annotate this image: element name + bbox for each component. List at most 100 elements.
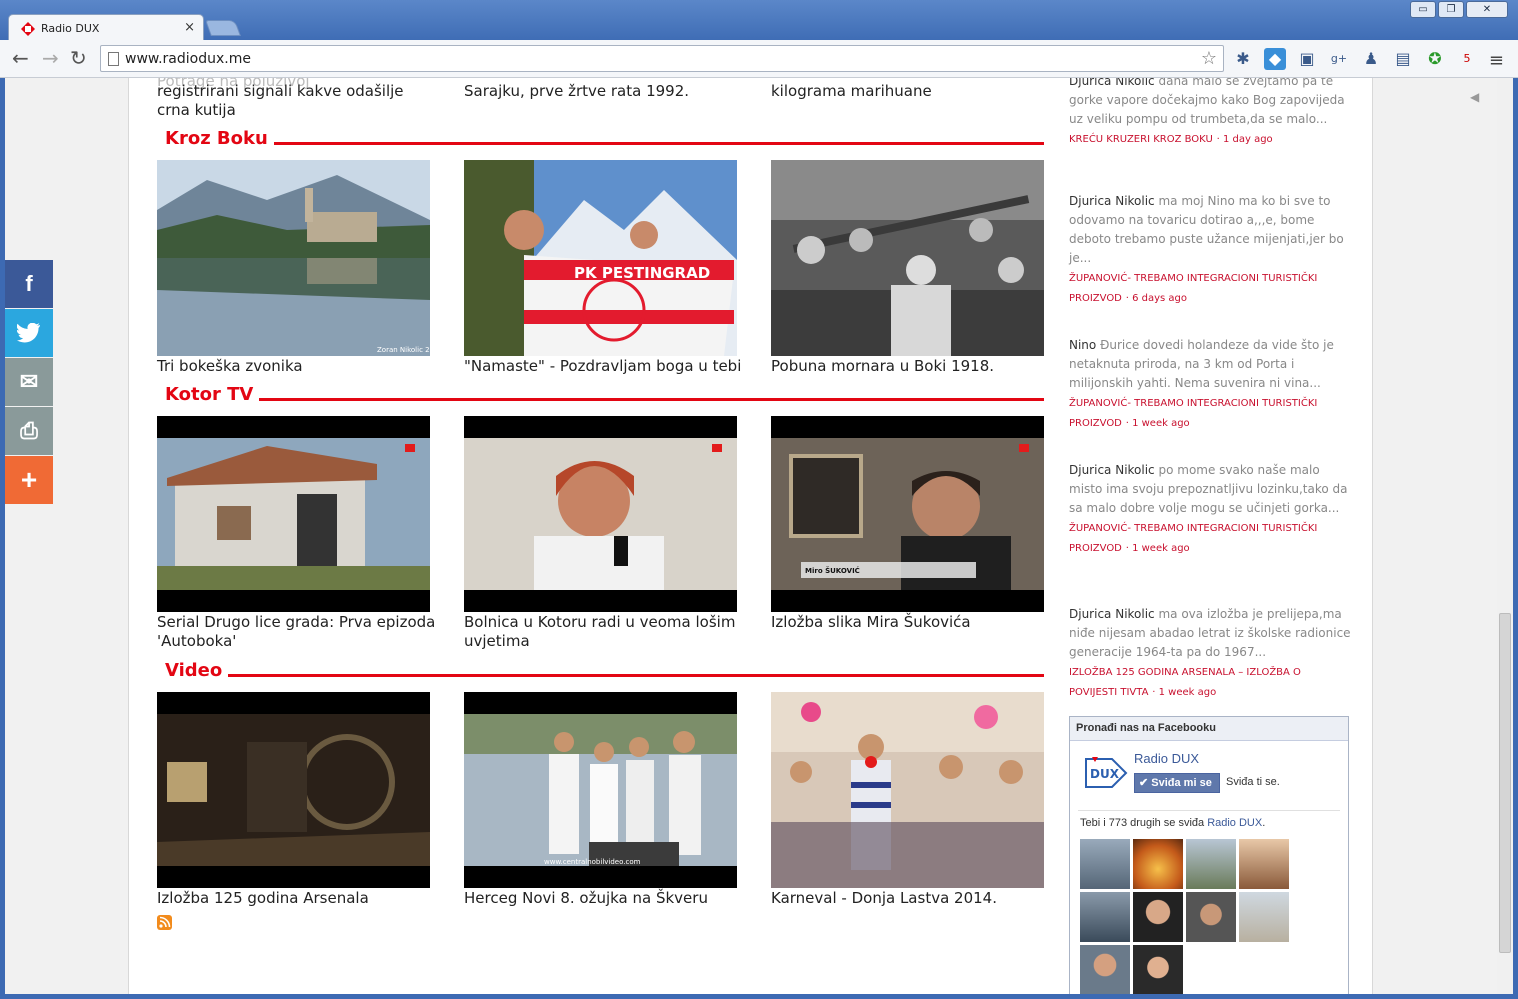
reload-icon[interactable]: ↻ bbox=[70, 48, 87, 68]
like-count-page-link[interactable]: Radio DUX bbox=[1207, 817, 1262, 829]
fan-avatar[interactable] bbox=[1080, 839, 1130, 889]
thumb-karneval[interactable] bbox=[771, 692, 1044, 888]
new-tab-button[interactable] bbox=[205, 20, 241, 36]
divider bbox=[1078, 810, 1340, 811]
comment-post-link[interactable]: ŽUPANOVIĆ- TREBAMO INTEGRACIONI TURISTIČ… bbox=[1069, 398, 1317, 429]
facebook-page-name[interactable]: Radio DUX bbox=[1134, 751, 1199, 766]
comment-item: Djurica Nikolic dana malo se zvejtamo pa… bbox=[1069, 78, 1351, 149]
extension-green-icon[interactable]: ✪ bbox=[1424, 48, 1446, 70]
radio-dux-logo-icon[interactable]: DUX bbox=[1082, 753, 1130, 793]
section-title-kroz-boku[interactable]: Kroz Boku bbox=[165, 128, 274, 149]
top-caption-1-text[interactable]: registrirani signali kakve odašilje crna… bbox=[157, 82, 417, 120]
section-title-video[interactable]: Video bbox=[165, 660, 229, 681]
share-email-button[interactable]: ✉ bbox=[5, 358, 53, 406]
bookmark-star-icon[interactable]: ☆ bbox=[1201, 48, 1217, 69]
share-bar: f ✉ ⎙ + bbox=[5, 260, 53, 505]
extension-bug-icon[interactable]: ✱ bbox=[1232, 48, 1254, 70]
comment-post-link[interactable]: KREĆU KRUZERI KROZ BOKU bbox=[1069, 134, 1213, 145]
menu-icon[interactable]: ≡ bbox=[1489, 50, 1504, 71]
rss-feed-icon[interactable] bbox=[157, 915, 172, 930]
back-arrow-icon[interactable]: ← bbox=[12, 48, 29, 68]
share-print-button[interactable]: ⎙ bbox=[5, 407, 53, 455]
email-icon: ✉ bbox=[19, 369, 39, 394]
extension-counter-icon[interactable]: 5 bbox=[1456, 48, 1478, 70]
vertical-scrollbar[interactable] bbox=[1497, 78, 1513, 994]
fan-avatar[interactable] bbox=[1133, 945, 1183, 994]
thumb-izlozba-mira[interactable]: Miro ŠUKOVIĆ bbox=[771, 416, 1044, 612]
top-caption-3-text[interactable]: kilograma marihuane bbox=[771, 82, 1041, 101]
thumb-arsenal[interactable] bbox=[157, 692, 430, 888]
minimize-button[interactable]: ▭ bbox=[1410, 1, 1436, 18]
print-icon: ⎙ bbox=[20, 418, 38, 443]
browser-tab[interactable]: Radio DUX × bbox=[8, 14, 204, 42]
share-twitter-button[interactable] bbox=[5, 309, 53, 357]
fan-avatar[interactable] bbox=[1133, 892, 1183, 942]
comment-author[interactable]: Djurica Nikolic bbox=[1069, 194, 1155, 208]
fan-avatar[interactable] bbox=[1133, 839, 1183, 889]
comment-item: Djurica Nikolic ma moj Nino ma ko bi sve… bbox=[1069, 192, 1351, 308]
extension-icons: ✱ ◆ ▣ g+ ♟ ▤ ✪ 5 bbox=[1232, 48, 1478, 70]
comment-author[interactable]: Djurica Nikolic bbox=[1069, 78, 1155, 88]
thumb-drugo-lice-grada[interactable] bbox=[157, 416, 430, 612]
section-divider bbox=[228, 674, 1044, 677]
caption-izlozba-mira[interactable]: Izložba slika Mira Šukovića bbox=[771, 613, 1051, 632]
lake-church-image: Zoran Nikolic 20 bbox=[157, 160, 430, 356]
section-title-kotor-tv[interactable]: Kotor TV bbox=[165, 384, 260, 405]
comment-author[interactable]: Nino bbox=[1069, 338, 1096, 352]
extension-globe-icon[interactable]: ◆ bbox=[1264, 48, 1286, 70]
fan-avatar[interactable] bbox=[1186, 892, 1236, 942]
share-more-button[interactable]: + bbox=[5, 456, 53, 504]
scrollbar-thumb[interactable] bbox=[1499, 613, 1511, 953]
address-bar[interactable]: www.radiodux.me ☆ bbox=[100, 45, 1224, 72]
fan-avatar[interactable] bbox=[1239, 892, 1289, 942]
maximize-button[interactable]: ❐ bbox=[1438, 1, 1464, 18]
comment-post-link[interactable]: ŽUPANOVIĆ- TREBAMO INTEGRACIONI TURISTIČ… bbox=[1069, 273, 1317, 304]
extension-user-icon[interactable]: ♟ bbox=[1360, 48, 1382, 70]
facebook-like-button[interactable]: ✔ Sviđa mi se bbox=[1134, 773, 1220, 793]
url-text[interactable]: www.radiodux.me bbox=[125, 51, 251, 67]
forward-arrow-icon[interactable]: → bbox=[42, 48, 59, 68]
caption-namaste[interactable]: "Namaste" - Pozdravljam boga u tebi bbox=[464, 357, 741, 376]
like-count-text: Tebi i 773 drugih se sviđa bbox=[1080, 817, 1208, 829]
comment-item: Djurica Nikolic ma ova izložba je prelij… bbox=[1069, 605, 1351, 702]
caption-herceg-novi[interactable]: Herceg Novi 8. ožujka na Škveru bbox=[464, 889, 708, 908]
share-facebook-button[interactable]: f bbox=[5, 260, 53, 308]
facebook-like-count: Tebi i 773 drugih se sviđa Radio DUX. bbox=[1080, 817, 1265, 829]
fan-avatar[interactable] bbox=[1186, 839, 1236, 889]
facebook-faces bbox=[1080, 839, 1300, 994]
thumb-pobuna-mornara[interactable] bbox=[771, 160, 1044, 356]
extension-window-icon[interactable]: ▤ bbox=[1392, 48, 1414, 70]
page-viewport: f ✉ ⎙ + Potrage na poluživoj registriran… bbox=[5, 78, 1513, 994]
fan-avatar[interactable] bbox=[1080, 945, 1130, 994]
comment-post-link[interactable]: ŽUPANOVIĆ- TREBAMO INTEGRACIONI TURISTIČ… bbox=[1069, 523, 1317, 554]
thumb-herceg-novi[interactable]: www.centralnobilvideo.com bbox=[464, 692, 737, 888]
comment-author[interactable]: Djurica Nikolic bbox=[1069, 463, 1155, 477]
section-divider bbox=[259, 398, 1044, 401]
museum-interior-image bbox=[157, 692, 430, 888]
close-window-button[interactable]: ✕ bbox=[1466, 1, 1508, 18]
top-caption-2-text[interactable]: Sarajku, prve žrtve rata 1992. bbox=[464, 82, 734, 101]
comment-time: · 1 day ago bbox=[1216, 134, 1273, 145]
caption-arsenal[interactable]: Izložba 125 godina Arsenala bbox=[157, 889, 369, 908]
caption-drugo-lice-grada[interactable]: Serial Drugo lice grada: Prva epizoda 'A… bbox=[157, 613, 437, 651]
tab-close-icon[interactable]: × bbox=[184, 20, 195, 35]
thumb-bolnica-kotor[interactable] bbox=[464, 416, 737, 612]
caption-karneval[interactable]: Karneval - Donja Lastva 2014. bbox=[771, 889, 997, 908]
banner-text: PK PESTINGRAD bbox=[574, 264, 710, 282]
comment-item: Djurica Nikolic po mome svako naše malo … bbox=[1069, 461, 1351, 558]
lower-third-name: Miro ŠUKOVIĆ bbox=[805, 566, 860, 575]
tab-title: Radio DUX bbox=[41, 22, 100, 35]
fan-avatar[interactable] bbox=[1080, 892, 1130, 942]
comment-text: Đurice dovedi holandeze da vide što je n… bbox=[1069, 338, 1334, 390]
caption-bolnica-kotor[interactable]: Bolnica u Kotoru radi u veoma lošim uvje… bbox=[464, 613, 744, 651]
extension-page-icon[interactable]: ▣ bbox=[1296, 48, 1318, 70]
comment-author[interactable]: Djurica Nikolic bbox=[1069, 607, 1155, 621]
caption-pobuna-mornara[interactable]: Pobuna mornara u Boki 1918. bbox=[771, 357, 994, 376]
thumb-namaste[interactable]: PK PESTINGRAD bbox=[464, 160, 737, 356]
facebook-likebox: Pronađi nas na Facebooku DUX Radio DUX ✔… bbox=[1069, 716, 1349, 994]
fan-avatar[interactable] bbox=[1239, 839, 1289, 889]
caption-tri-bokeska-zvonika[interactable]: Tri bokeška zvonika bbox=[157, 357, 303, 376]
thumb-tri-bokeska-zvonika[interactable]: Zoran Nikolic 20 bbox=[157, 160, 430, 356]
collapse-arrow-icon[interactable]: ◀ bbox=[1470, 90, 1479, 104]
extension-gplus-icon[interactable]: g+ bbox=[1328, 48, 1350, 70]
